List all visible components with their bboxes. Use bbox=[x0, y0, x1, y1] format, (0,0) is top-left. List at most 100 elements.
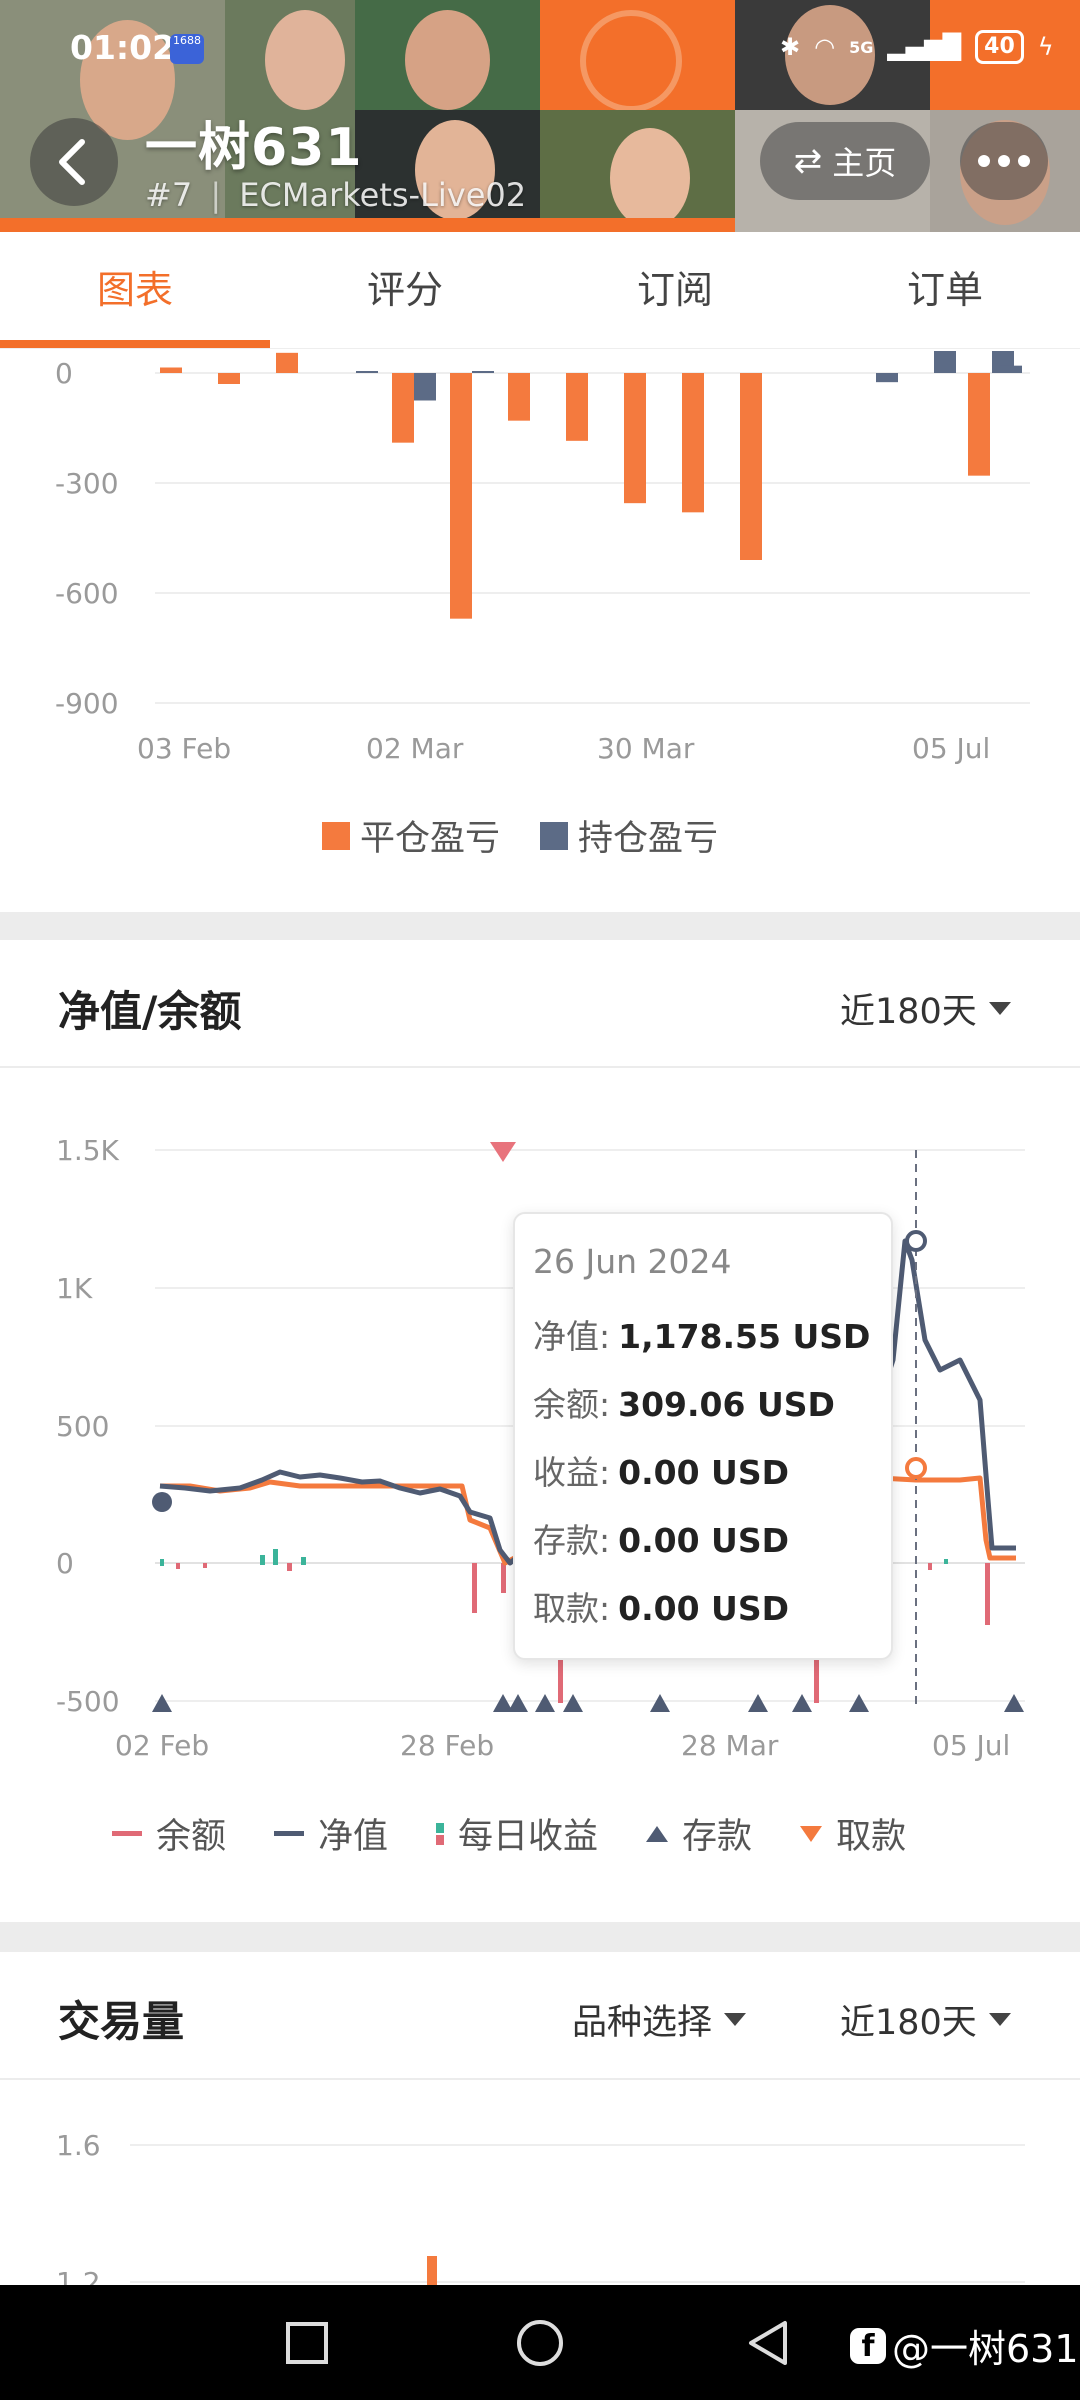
tab-rating[interactable]: 评分 bbox=[270, 232, 540, 348]
volume-bar bbox=[427, 2256, 437, 2285]
trader-header: 01:02 1688 ✱ ◠ 5G ▂▄▆█ 40 ϟ 一树631 #7 | E… bbox=[0, 0, 1080, 232]
range-label: 近180天 bbox=[840, 992, 977, 1032]
y-tick-label: 0 bbox=[55, 357, 73, 390]
charging-icon: ϟ bbox=[1037, 33, 1054, 61]
deposit-markers[interactable] bbox=[152, 1694, 1024, 1712]
legend-closed-pnl[interactable]: 平仓盈亏 bbox=[360, 810, 500, 861]
open-pnl-bar[interactable] bbox=[1000, 365, 1022, 373]
tab-orders[interactable]: 订单 bbox=[810, 232, 1080, 348]
closed-pnl-bar[interactable] bbox=[276, 352, 298, 373]
legend-balance[interactable]: 余额 bbox=[156, 1808, 226, 1859]
home-button[interactable]: ⇄ 主页 bbox=[760, 122, 930, 200]
facebook-icon: f bbox=[850, 2327, 886, 2364]
open-pnl-bar[interactable] bbox=[356, 371, 378, 373]
open-pnl-bar[interactable] bbox=[934, 351, 956, 373]
y-tick-label: -900 bbox=[55, 687, 119, 720]
closed-pnl-bar[interactable] bbox=[160, 367, 182, 374]
tooltip-row-equity: 净值: 1,178.55 USD bbox=[533, 1317, 871, 1356]
y-tick-label: -300 bbox=[55, 467, 119, 500]
balance-highlight-point[interactable] bbox=[905, 1457, 927, 1479]
legend-swatch-daily bbox=[436, 1822, 445, 1845]
y-tick-label: 0 bbox=[56, 1547, 74, 1580]
deposit-triangle-icon bbox=[646, 1825, 669, 1842]
back-button[interactable] bbox=[30, 118, 118, 206]
y-tick-label: -500 bbox=[56, 1685, 120, 1718]
section-divider bbox=[0, 912, 1080, 940]
closed-pnl-bar[interactable] bbox=[682, 373, 704, 513]
network-label: 5G bbox=[849, 37, 874, 57]
x-tick-label: 28 Mar bbox=[681, 1729, 779, 1762]
closed-pnl-bar[interactable] bbox=[624, 373, 646, 504]
tooltip-row-profit: 收益: 0.00 USD bbox=[533, 1453, 789, 1492]
tooltip-row-deposit: 存款: 0.00 USD bbox=[533, 1521, 789, 1560]
more-button[interactable] bbox=[960, 122, 1048, 200]
y-tick-label: 1.5K bbox=[56, 1134, 120, 1167]
open-pnl-bar[interactable] bbox=[414, 373, 436, 401]
volume-chart: 1.6 1.2 bbox=[56, 2129, 1025, 2285]
equity-highlight-point[interactable] bbox=[905, 1230, 927, 1252]
closed-pnl-bar[interactable] bbox=[450, 373, 472, 619]
caret-down-icon bbox=[988, 1002, 1011, 1015]
tooltip-row-balance: 余额: 309.06 USD bbox=[533, 1385, 835, 1424]
trader-subtitle: #7 | ECMarkets-Live02 bbox=[145, 176, 527, 214]
status-time: 01:02 bbox=[70, 28, 176, 67]
trader-rank: #7 bbox=[145, 176, 193, 214]
withdrawal-triangle-icon bbox=[800, 1825, 823, 1842]
section-divider bbox=[0, 1922, 1080, 1952]
x-tick-label: 30 Mar bbox=[597, 732, 695, 765]
signal-icon: ▂▄▆█ bbox=[887, 33, 962, 61]
pattern-tile bbox=[540, 0, 735, 110]
x-tick-label: 03 Feb bbox=[137, 732, 231, 765]
open-pnl-bar[interactable] bbox=[876, 373, 898, 383]
y-tick-label: 1.6 bbox=[56, 2129, 101, 2162]
closed-pnl-bar[interactable] bbox=[566, 373, 588, 441]
x-tick-label: 02 Mar bbox=[366, 732, 464, 765]
equity-range-dropdown[interactable]: 近180天 bbox=[840, 983, 1011, 1034]
x-tick-label: 05 Jul bbox=[932, 1729, 1010, 1762]
legend-swatch-open bbox=[540, 821, 569, 850]
legend-daily-profit[interactable]: 每日收益 bbox=[458, 1808, 598, 1859]
volume-range-dropdown[interactable]: 近180天 bbox=[840, 1994, 1011, 2045]
closed-pnl-bar[interactable] bbox=[508, 373, 530, 421]
legend-deposit[interactable]: 存款 bbox=[682, 1808, 752, 1859]
tooltip-date: 26 Jun 2024 bbox=[533, 1242, 732, 1281]
switch-icon: ⇄ bbox=[793, 141, 823, 181]
open-pnl-bar[interactable] bbox=[472, 371, 494, 373]
tooltip-row-withdrawal: 取款: 0.00 USD bbox=[533, 1589, 789, 1628]
grid-lines bbox=[155, 372, 1030, 704]
avatar-tile bbox=[540, 110, 735, 232]
range-label: 近180天 bbox=[840, 2003, 977, 2043]
closed-pnl-bar[interactable] bbox=[392, 373, 414, 443]
divider bbox=[0, 2078, 1080, 2080]
x-tick-label: 28 Feb bbox=[400, 1729, 494, 1762]
home-circle-icon[interactable] bbox=[516, 2319, 564, 2367]
tab-chart[interactable]: 图表 bbox=[0, 232, 270, 348]
pnl-legend: 平仓盈亏 持仓盈亏 bbox=[322, 810, 718, 861]
y-tick-label: 1.2 bbox=[56, 2266, 101, 2285]
closed-pnl-bar[interactable] bbox=[218, 373, 240, 384]
recents-icon[interactable] bbox=[285, 2321, 329, 2365]
legend-open-pnl[interactable]: 持仓盈亏 bbox=[578, 810, 718, 861]
legend-line-equity bbox=[274, 1831, 305, 1836]
legend-swatch-closed bbox=[322, 821, 350, 850]
trader-server: ECMarkets-Live02 bbox=[239, 176, 527, 214]
divider bbox=[0, 1066, 1080, 1068]
pnl-bar-chart: 0 -300 -600 -900 03 Feb 02 Mar 30 Mar 05… bbox=[55, 351, 1030, 765]
y-tick-label: -600 bbox=[55, 577, 119, 610]
tab-subscribe[interactable]: 订阅 bbox=[540, 232, 810, 348]
legend-withdrawal[interactable]: 取款 bbox=[836, 1808, 906, 1859]
start-point bbox=[152, 1492, 172, 1512]
closed-pnl-bar[interactable] bbox=[740, 373, 762, 560]
watermark: f @一树631 bbox=[850, 2318, 1079, 2373]
symbol-select-dropdown[interactable]: 品种选择 bbox=[572, 1994, 747, 2045]
withdrawal-marker[interactable] bbox=[490, 1142, 516, 1162]
volume-section-title: 交易量 bbox=[58, 1997, 185, 2046]
x-tick-label: 02 Feb bbox=[115, 1729, 209, 1762]
watermark-text: @一树631 bbox=[892, 2327, 1079, 2371]
home-button-label: 主页 bbox=[832, 144, 897, 182]
back-triangle-icon[interactable] bbox=[745, 2319, 791, 2367]
closed-pnl-bar[interactable] bbox=[968, 373, 990, 476]
status-icons: ✱ ◠ 5G ▂▄▆█ 40 ϟ bbox=[780, 22, 1054, 72]
wifi-icon: ◠ bbox=[814, 33, 836, 61]
legend-equity[interactable]: 净值 bbox=[318, 1808, 388, 1859]
